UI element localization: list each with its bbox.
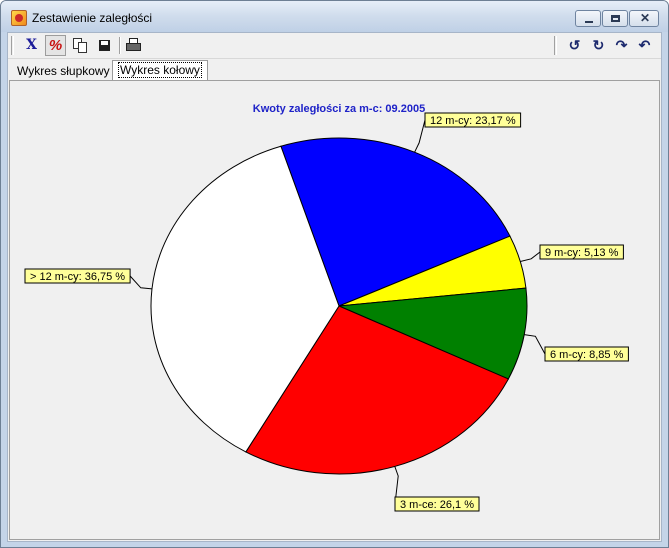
redo-icon: ↷ <box>615 37 628 53</box>
x-icon: X <box>26 37 37 53</box>
rotate-cw-icon: ↻ <box>592 37 605 53</box>
close-icon: ✕ <box>640 11 651 25</box>
undo-icon: ↶ <box>638 37 651 53</box>
app-icon <box>11 10 27 26</box>
toolbar-separator <box>119 37 121 54</box>
tab-label: Wykres kołowy <box>118 62 202 78</box>
percent-toggle-button[interactable]: % <box>45 35 66 56</box>
toolbar: X % ↺ ↻ ↷ ↶ <box>8 33 661 59</box>
minimize-icon <box>585 21 593 23</box>
slice-label: > 12 m-cy: 36,75 % <box>30 271 125 283</box>
pie-chart: Kwoty zaległości za m-c: 09.2005 12 m-cy… <box>24 103 629 512</box>
tab-pie-chart[interactable]: Wykres kołowy <box>112 60 208 80</box>
undo-button[interactable]: ↶ <box>634 35 655 56</box>
tab-bar-chart[interactable]: Wykres słupkowy <box>12 63 115 80</box>
rotate-right-button[interactable]: ↻ <box>588 35 609 56</box>
minimize-button[interactable] <box>575 10 601 27</box>
slice-label: 6 m-cy: 8,85 % <box>550 349 624 361</box>
chart-panel: Kwoty zaległości za m-c: 09.2005 12 m-cy… <box>9 80 660 540</box>
close-report-button[interactable]: X <box>21 35 42 56</box>
rotate-left-button[interactable]: ↺ <box>564 35 585 56</box>
percent-icon: % <box>48 37 63 54</box>
chart-title: Kwoty zaległości za m-c: 09.2005 <box>253 103 425 115</box>
slice-label: 12 m-cy: 23,17 % <box>430 115 516 127</box>
copy-button[interactable] <box>70 35 91 56</box>
application-window: Zestawienie zaległości ✕ X % ↺ ↻ ↷ ↶ Wyk… <box>0 0 669 548</box>
leader-line <box>524 334 546 355</box>
leader-line <box>520 251 541 262</box>
toolbar-grip[interactable] <box>11 36 14 55</box>
client-area: X % ↺ ↻ ↷ ↶ Wykres słupkowy Wykres kołow… <box>7 32 662 542</box>
toolbar-grip-right[interactable] <box>554 36 557 55</box>
close-button[interactable]: ✕ <box>629 10 659 27</box>
maximize-icon <box>611 15 620 22</box>
slice-label: 3 m-ce: 26,1 % <box>400 499 474 511</box>
tab-label: Wykres słupkowy <box>17 64 110 78</box>
slice-label: 9 m-cy: 5,13 % <box>545 247 619 259</box>
print-icon <box>126 43 141 51</box>
print-button[interactable] <box>123 35 144 56</box>
save-button[interactable] <box>94 35 115 56</box>
tab-strip: Wykres słupkowy Wykres kołowy <box>8 59 661 81</box>
redo-button[interactable]: ↷ <box>611 35 632 56</box>
save-icon <box>99 40 110 51</box>
title-bar[interactable]: Zestawienie zaległości ✕ <box>1 1 668 32</box>
window-title: Zestawienie zaległości <box>32 11 153 25</box>
maximize-button[interactable] <box>602 10 628 27</box>
rotate-ccw-icon: ↺ <box>568 37 581 53</box>
leader-line <box>414 119 426 153</box>
leader-line <box>129 275 153 290</box>
